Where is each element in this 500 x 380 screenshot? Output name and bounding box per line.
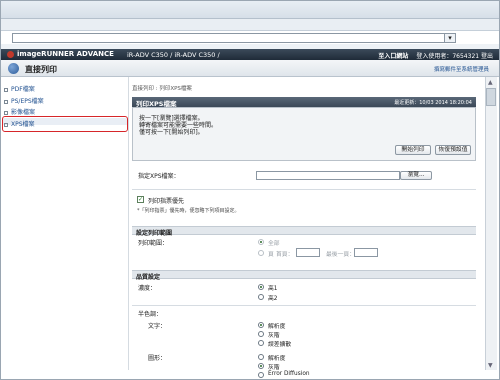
bullet-icon bbox=[4, 99, 8, 104]
range-pages-label: 頁 bbox=[268, 252, 274, 258]
mail-admin-link[interactable]: 撰寫郵件至系統管理員 bbox=[434, 65, 489, 73]
graphics-gradation-radio[interactable] bbox=[258, 363, 264, 369]
last-update: 最近更新：10/03 2014 18:20:04 bbox=[394, 100, 472, 106]
panel-header: 列印XPS檔案 最近更新：10/03 2014 18:20:04 bbox=[132, 97, 476, 108]
graphics-error-diffusion-radio[interactable] bbox=[258, 372, 264, 378]
instruction-box: 按一下[瀏覽]選擇檔案。 轉寄檔案可能需要一些時間。 僅可按一下[開始列印]。 … bbox=[132, 107, 476, 161]
first-page-label: 首頁： bbox=[276, 252, 294, 258]
text-label: 文字： bbox=[148, 323, 167, 330]
resolution-label: 濃度： bbox=[138, 285, 157, 292]
range-all-label: 全部 bbox=[268, 241, 280, 247]
quality-section-header: 品質設定 bbox=[132, 270, 476, 281]
browse-button[interactable]: 瀏覽... bbox=[400, 171, 432, 180]
graphics-label: 圖形： bbox=[148, 355, 167, 362]
text-error-diffusion-radio[interactable] bbox=[258, 340, 264, 346]
section-title: 設定列印範圍 bbox=[136, 230, 173, 237]
address-bar[interactable] bbox=[12, 33, 456, 43]
sidebar-item-image[interactable]: 影像檔案 bbox=[4, 107, 35, 116]
file-label: 指定XPS檔案： bbox=[138, 173, 180, 180]
scroll-up-icon[interactable]: ▲ bbox=[488, 79, 493, 86]
print-ticket-label: 列印指票優先 bbox=[148, 198, 185, 205]
range-pages-radio[interactable] bbox=[258, 250, 264, 256]
first-page-input[interactable] bbox=[296, 248, 320, 257]
print-ticket-checkbox[interactable]: ✓ bbox=[137, 196, 144, 203]
sidebar-item-pdf[interactable]: PDF檔案 bbox=[4, 84, 35, 93]
resolution-high2-radio[interactable] bbox=[258, 294, 264, 300]
start-print-button[interactable]: 開始列印 bbox=[395, 145, 431, 155]
portal-link[interactable]: 至入口網站 bbox=[378, 53, 408, 60]
graphics-gradation-label: 灰階 bbox=[268, 365, 280, 371]
range-all-radio[interactable] bbox=[258, 239, 264, 245]
vertical-scrollbar[interactable] bbox=[485, 77, 497, 370]
sidebar-selection-highlight bbox=[2, 116, 128, 132]
last-page-input[interactable] bbox=[354, 248, 378, 257]
address-dropdown-button[interactable]: ▾ bbox=[444, 33, 456, 43]
range-label: 列印範圍： bbox=[138, 240, 169, 247]
header-right: 至入口網站 登入使用者：7654321 登出 bbox=[378, 51, 493, 60]
resolution-high1-radio[interactable] bbox=[258, 284, 264, 290]
resolution-high1-label: 高1 bbox=[268, 286, 278, 292]
range-section-header: 設定列印範圍 bbox=[132, 226, 476, 237]
instruction-line: 僅可按一下[開始列印]。 bbox=[139, 129, 204, 136]
login-status[interactable]: 登入使用者：7654321 登出 bbox=[416, 53, 493, 60]
divider bbox=[132, 305, 476, 306]
last-page-label: 最後一頁： bbox=[326, 252, 355, 258]
text-gradation-label: 灰階 bbox=[268, 333, 280, 339]
halftone-label: 半色調： bbox=[138, 311, 163, 318]
brand: imageRUNNER ADVANCE bbox=[7, 50, 114, 58]
graphics-resolution-label: 解析度 bbox=[268, 356, 286, 362]
restore-defaults-button[interactable]: 恢復預設值 bbox=[435, 145, 471, 155]
app-header: imageRUNNER ADVANCE iR-ADV C350 / iR-ADV… bbox=[1, 49, 499, 60]
canon-logo-icon bbox=[7, 50, 14, 58]
sidebar-item-label: PS/EPS檔案 bbox=[11, 98, 44, 105]
print-ticket-note: *「列印指票」優先時，便忽略下列項目設定。 bbox=[137, 208, 240, 214]
bullet-icon bbox=[4, 87, 8, 92]
brand-name: imageRUNNER ADVANCE bbox=[17, 50, 114, 58]
page-title: 直接列印 bbox=[25, 65, 57, 74]
resolution-high2-label: 高2 bbox=[268, 296, 278, 302]
scroll-thumb[interactable] bbox=[486, 88, 496, 106]
browser-toolbar bbox=[1, 19, 499, 31]
text-gradation-radio[interactable] bbox=[258, 331, 264, 337]
text-error-diffusion-label: 誤差擴散 bbox=[268, 342, 292, 348]
graphics-resolution-radio[interactable] bbox=[258, 354, 264, 360]
bullet-icon bbox=[4, 110, 8, 115]
sidebar-item-ps-eps[interactable]: PS/EPS檔案 bbox=[4, 96, 44, 105]
direct-print-icon bbox=[8, 63, 19, 74]
graphics-error-diffusion-label: Error Diffusion bbox=[268, 371, 310, 377]
breadcrumb: 直接列印 : 列印XPS檔案 bbox=[132, 86, 192, 92]
text-resolution-label: 解析度 bbox=[268, 324, 286, 330]
text-resolution-radio[interactable] bbox=[258, 322, 264, 328]
sidebar-item-label: 影像檔案 bbox=[11, 109, 36, 116]
divider bbox=[132, 189, 476, 190]
scroll-down-icon[interactable]: ▼ bbox=[488, 362, 493, 369]
browser-title-bar bbox=[1, 1, 499, 19]
device-name: iR-ADV C350 / iR-ADV C350 / bbox=[127, 51, 220, 59]
page-header: 直接列印 撰寫郵件至系統管理員 bbox=[1, 60, 499, 77]
section-title: 品質設定 bbox=[136, 274, 161, 281]
sidebar-item-label: PDF檔案 bbox=[11, 86, 35, 93]
file-path-input[interactable] bbox=[256, 171, 400, 180]
